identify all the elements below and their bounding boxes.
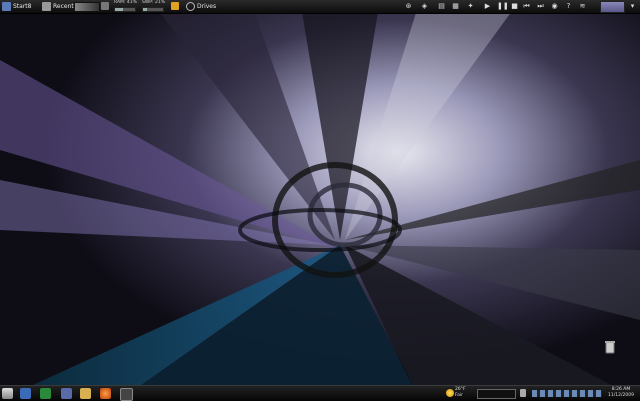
ie-icon[interactable]: [20, 388, 31, 399]
recent-button[interactable]: Recent: [42, 1, 74, 12]
volume-slider[interactable]: [74, 2, 100, 12]
clock-date: 11/12/2009: [608, 393, 634, 398]
desktop-wallpaper: [0, 0, 640, 400]
weather-icon: [446, 389, 454, 397]
help-icon[interactable]: ?: [564, 2, 573, 11]
recent-icon: [42, 2, 51, 11]
settings-icon[interactable]: ✦: [466, 2, 475, 11]
firefox-icon[interactable]: ⊛: [404, 2, 413, 11]
search-input[interactable]: [477, 389, 516, 399]
pause-button[interactable]: ❚❚: [497, 2, 509, 11]
window-icon[interactable]: [120, 388, 133, 401]
drives-button[interactable]: Drives: [186, 1, 216, 12]
ram-label: RAM: 41%: [114, 0, 137, 5]
next-button[interactable]: ⏭: [536, 2, 545, 11]
play-button[interactable]: ▶: [483, 2, 492, 11]
start-orb-icon[interactable]: [2, 388, 13, 399]
start-button[interactable]: Start8: [2, 1, 31, 12]
weather-condition: Fair: [455, 393, 464, 398]
app-green-icon[interactable]: [40, 388, 51, 399]
list-icon[interactable]: ▦: [451, 2, 460, 11]
recent-label: Recent: [53, 3, 74, 10]
start-label: Start8: [13, 3, 32, 10]
firefox-taskbar-icon[interactable]: [100, 388, 111, 399]
swp-meter: [142, 7, 164, 12]
explorer-icon[interactable]: [80, 388, 91, 399]
recycle-bin[interactable]: [596, 340, 624, 355]
app-icon[interactable]: ◈: [420, 2, 429, 11]
trash-tray-icon[interactable]: [520, 389, 526, 397]
drives-label: Drives: [197, 3, 217, 10]
weather-widget[interactable]: 26°F Fair: [455, 387, 466, 399]
stop-button[interactable]: ■: [510, 2, 519, 11]
computer-icon[interactable]: [61, 388, 72, 399]
monitor-icon: [101, 2, 109, 10]
folder-icon[interactable]: [171, 2, 179, 10]
document-icon[interactable]: ▤: [437, 2, 446, 11]
network-icon[interactable]: ≋: [578, 2, 587, 11]
drive-icon: [186, 2, 195, 11]
ram-meter: [114, 7, 136, 12]
previous-button[interactable]: ⏮: [522, 2, 531, 11]
preview-thumbnail[interactable]: [600, 1, 625, 13]
top-toolbar: Start8 Recent RAM: 41% SWP: 21% Drives ⊛…: [0, 0, 640, 14]
swp-label: SWP: 21%: [142, 0, 165, 5]
start-icon: [2, 2, 11, 11]
taskbar: 26°F Fair 8:26 AM 11/12/2009: [0, 385, 640, 401]
recycle-bin-icon: [605, 341, 615, 354]
globe-icon[interactable]: ◉: [550, 2, 559, 11]
menu-icon[interactable]: ▾: [628, 2, 637, 11]
system-tray-icons[interactable]: [532, 390, 602, 397]
clock[interactable]: 8:26 AM 11/12/2009: [606, 387, 636, 399]
